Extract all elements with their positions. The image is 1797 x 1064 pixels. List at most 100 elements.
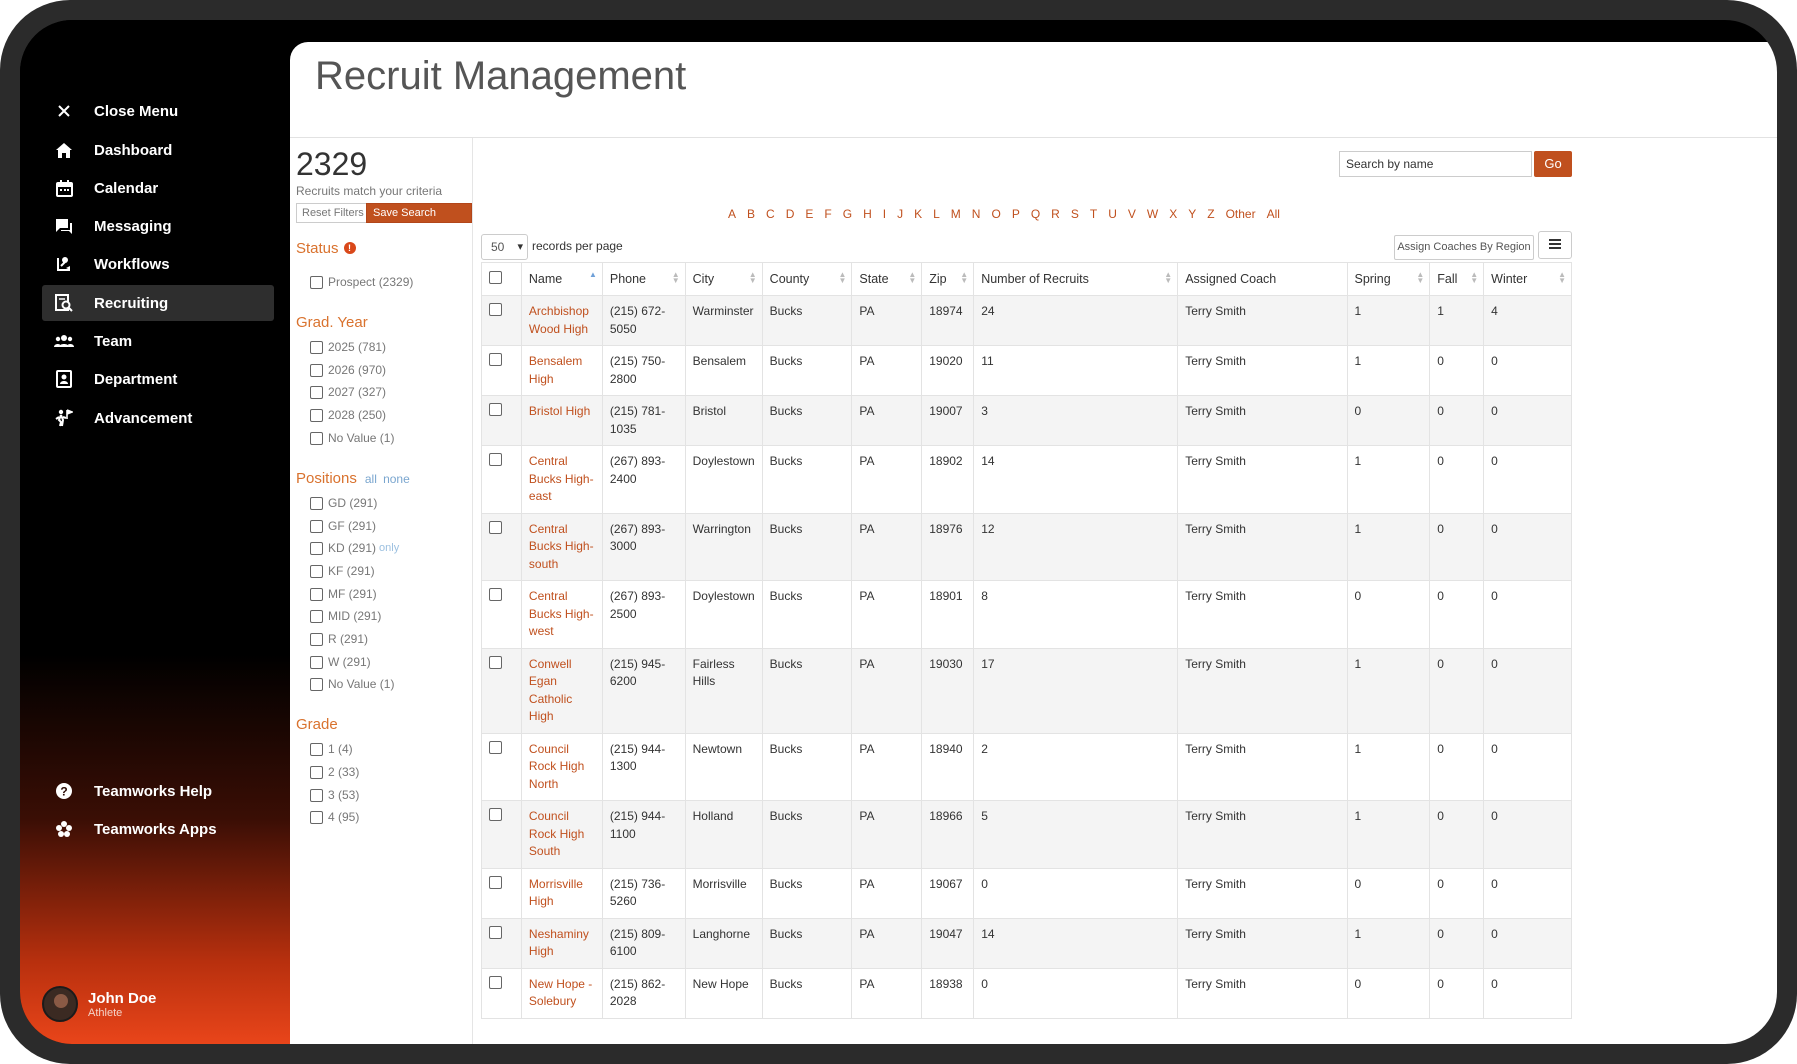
alphabet-link[interactable]: C: [766, 207, 775, 221]
row-checkbox[interactable]: [489, 875, 502, 889]
column-header-assigned-coach[interactable]: Assigned Coach: [1177, 262, 1348, 296]
table-row[interactable]: Neshaminy High (215) 809-6100 Langhorne Buc…: [481, 917, 1572, 969]
select-all-link[interactable]: all: [365, 472, 377, 486]
school-name-link[interactable]: Conwell Egan Catholic High: [529, 657, 572, 724]
table-row[interactable]: Central Bucks High-west (267) 893-2500 Doy…: [481, 580, 1572, 649]
table-row[interactable]: Morrisville High (215) 736-5260 Morrisvill…: [481, 867, 1572, 919]
filter-option[interactable]: R (291): [310, 632, 368, 646]
table-row[interactable]: Archbishop Wood High (215) 672-5050 Warmin…: [481, 295, 1572, 346]
checkbox[interactable]: [310, 609, 323, 623]
filter-option[interactable]: 2025 (781): [310, 340, 386, 354]
school-name-link[interactable]: Morrisville High: [529, 877, 583, 909]
filter-option[interactable]: 2028 (250): [310, 408, 386, 422]
alphabet-link[interactable]: All: [1267, 207, 1280, 221]
table-row[interactable]: Council Rock High South (215) 944-1100 Hol…: [481, 800, 1572, 869]
alphabet-link[interactable]: M: [951, 207, 961, 221]
close-menu-button[interactable]: Close Menu: [42, 93, 274, 129]
row-checkbox[interactable]: [489, 520, 502, 534]
filter-option[interactable]: 2 (33): [310, 765, 359, 779]
filter-option[interactable]: KF (291): [310, 564, 375, 578]
column-header-number-of-recruits[interactable]: Number of Recruits ▲ ▼: [973, 262, 1179, 296]
column-header-winter[interactable]: Winter ▲ ▼: [1483, 262, 1572, 296]
only-link[interactable]: only: [379, 542, 399, 554]
table-row[interactable]: Bristol High (215) 781-1035 Bristol Bucks PA…: [481, 395, 1572, 446]
checkbox[interactable]: [310, 408, 323, 422]
filter-option[interactable]: Prospect (2329): [310, 275, 413, 289]
checkbox[interactable]: [310, 431, 323, 445]
alphabet-link[interactable]: Z: [1207, 207, 1214, 221]
checkbox[interactable]: [310, 340, 323, 354]
select-all-checkbox[interactable]: [489, 271, 502, 284]
column-header-county[interactable]: County ▲ ▼: [761, 262, 853, 296]
checkbox[interactable]: [310, 655, 323, 669]
sidebar-item-calendar[interactable]: Calendar: [42, 170, 274, 206]
column-header-state[interactable]: State ▲ ▼: [851, 262, 923, 296]
checkbox[interactable]: [310, 519, 323, 533]
column-header-name[interactable]: Name ▲: [520, 262, 603, 296]
sidebar-item-workflows[interactable]: Workflows: [42, 246, 274, 282]
table-row[interactable]: Central Bucks High-south (267) 893-3000 Wa…: [481, 512, 1572, 581]
column-header-fall[interactable]: Fall ▲ ▼: [1429, 262, 1485, 296]
reset-filters-button[interactable]: Reset Filters: [296, 203, 370, 223]
checkbox[interactable]: [310, 632, 323, 646]
school-name-link[interactable]: Archbishop Wood High: [529, 304, 589, 336]
alphabet-link[interactable]: G: [843, 207, 852, 221]
alphabet-link[interactable]: Y: [1188, 207, 1196, 221]
checkbox[interactable]: [310, 587, 323, 601]
school-name-link[interactable]: Bristol High: [529, 404, 590, 418]
filter-option[interactable]: MF (291): [310, 587, 377, 601]
alphabet-link[interactable]: E: [805, 207, 813, 221]
row-checkbox[interactable]: [489, 655, 502, 669]
alphabet-link[interactable]: V: [1128, 207, 1136, 221]
row-checkbox[interactable]: [489, 403, 502, 416]
alphabet-link[interactable]: A: [728, 207, 736, 221]
filter-option[interactable]: W (291): [310, 655, 371, 669]
filter-option[interactable]: KD (291) only: [310, 541, 399, 555]
go-button[interactable]: Go: [1534, 151, 1572, 177]
checkbox[interactable]: [310, 541, 323, 555]
filter-option[interactable]: No Value (1): [310, 677, 394, 691]
row-checkbox[interactable]: [489, 588, 502, 601]
filter-option[interactable]: 4 (95): [310, 810, 359, 824]
checkbox[interactable]: [310, 810, 323, 824]
sidebar-item-messaging[interactable]: Messaging: [42, 208, 274, 244]
row-checkbox[interactable]: [489, 740, 502, 754]
filter-option[interactable]: 2027 (327): [310, 385, 386, 399]
alphabet-link[interactable]: O: [991, 207, 1000, 221]
school-name-link[interactable]: Central Bucks High-east: [529, 454, 594, 503]
filter-option[interactable]: GF (291): [310, 519, 376, 533]
alphabet-link[interactable]: X: [1169, 207, 1177, 221]
assign-coaches-button[interactable]: Assign Coaches By Region: [1394, 235, 1534, 260]
column-header-city[interactable]: City ▲ ▼: [684, 262, 763, 296]
alphabet-link[interactable]: S: [1071, 207, 1079, 221]
checkbox[interactable]: [310, 496, 323, 510]
checkbox[interactable]: [310, 275, 323, 289]
alphabet-link[interactable]: N: [972, 207, 981, 221]
alphabet-link[interactable]: B: [747, 207, 755, 221]
column-menu-button[interactable]: [1538, 231, 1572, 259]
filter-option[interactable]: GD (291): [310, 496, 377, 510]
table-row[interactable]: Conwell Egan Catholic High (215) 945-6200…: [481, 647, 1572, 734]
filter-option[interactable]: 3 (53): [310, 788, 359, 802]
school-name-link[interactable]: Neshaminy High: [529, 927, 589, 959]
alphabet-link[interactable]: D: [786, 207, 795, 221]
row-checkbox[interactable]: [489, 353, 502, 366]
row-checkbox[interactable]: [489, 925, 502, 939]
checkbox[interactable]: [310, 765, 323, 779]
select-none-link[interactable]: none: [383, 472, 410, 486]
row-checkbox[interactable]: [489, 808, 502, 821]
alphabet-link[interactable]: I: [883, 207, 886, 221]
row-checkbox[interactable]: [489, 303, 502, 316]
table-row[interactable]: New Hope - Solebury (215) 862-2028 New Hop…: [481, 967, 1572, 1019]
checkbox[interactable]: [310, 363, 323, 377]
save-search-button[interactable]: Save Search Options: [366, 203, 472, 237]
filter-option[interactable]: 2026 (970): [310, 363, 386, 377]
sidebar-item-advancement[interactable]: Advancement: [42, 400, 274, 436]
sidebar-item-dashboard[interactable]: Dashboard: [42, 132, 274, 168]
filter-option[interactable]: 1 (4): [310, 742, 353, 756]
checkbox[interactable]: [310, 788, 323, 802]
records-per-page-select[interactable]: 50: [481, 234, 528, 260]
school-name-link[interactable]: Council Rock High North: [529, 742, 584, 791]
alphabet-link[interactable]: U: [1108, 207, 1117, 221]
teamworks-help-link[interactable]: ? Teamworks Help: [42, 773, 274, 809]
